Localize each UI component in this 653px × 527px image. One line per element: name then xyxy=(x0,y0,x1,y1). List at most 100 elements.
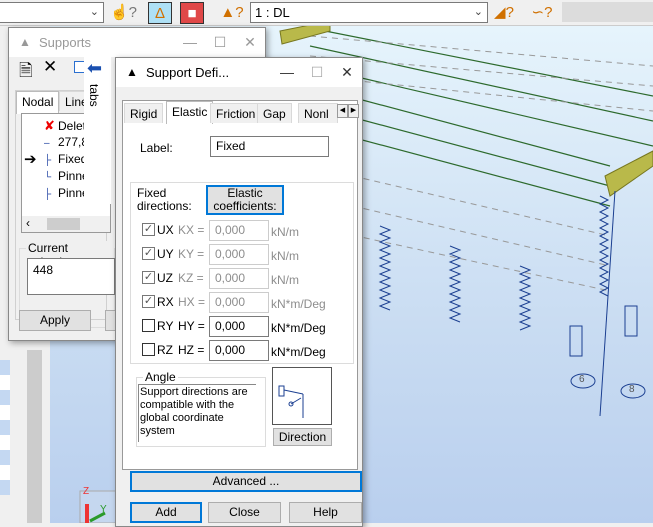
left-panel xyxy=(0,340,50,523)
advanced-button[interactable]: Advanced ... xyxy=(130,471,362,492)
fixed-support-icon: ├ xyxy=(44,155,52,166)
tabs-strip[interactable]: ⬅ tabs xyxy=(84,56,111,204)
unit-label: kN*m/Deg xyxy=(271,345,326,359)
window-title: Supports xyxy=(39,35,92,50)
tab-elastic[interactable]: Elastic xyxy=(166,101,214,124)
coefficient-input[interactable]: 0,000 xyxy=(209,316,269,337)
coefficient-input[interactable]: 0,000 xyxy=(209,268,269,289)
window-title: Support Defi... xyxy=(146,65,230,80)
direction-label: RX xyxy=(157,295,174,309)
direction-label: UX xyxy=(157,223,174,237)
apply-button[interactable]: Apply xyxy=(19,310,91,331)
z-axis-label: Z xyxy=(83,486,90,497)
tab-gap[interactable]: Gap xyxy=(257,103,292,123)
close-dialog-button[interactable]: Close xyxy=(208,502,281,523)
y-axis-label: Y xyxy=(100,504,107,515)
selection-combo[interactable]: ⌄ xyxy=(0,2,104,23)
main-toolbar: ⌄ ☝? Δ ■ ▲? 1 : DL ⌄ ◢? ∽? xyxy=(0,0,653,26)
direction-label: RZ xyxy=(157,343,173,357)
section-help-icon[interactable]: ∽? xyxy=(530,2,554,24)
direction-preview xyxy=(272,367,332,425)
close-button[interactable]: ✕ xyxy=(235,28,265,57)
maximize-button[interactable]: ☐ xyxy=(302,58,332,87)
tab-friction[interactable]: Friction xyxy=(210,103,262,123)
current-selection-field[interactable]: 448 xyxy=(27,258,115,295)
delete-icon: ✘ xyxy=(44,118,55,133)
support-icon: – xyxy=(44,138,50,149)
coefficient-input[interactable]: 0,000 xyxy=(209,244,269,265)
arrow-left-icon[interactable]: ⬅ xyxy=(87,58,102,79)
maximize-button[interactable]: ☐ xyxy=(205,28,235,57)
scroll-thumb xyxy=(47,218,80,230)
pinned-support-icon: └ xyxy=(44,172,52,183)
scroll-left-icon: ‹ xyxy=(26,216,30,230)
direction-label: UZ xyxy=(157,271,173,285)
label-input[interactable]: Fixed xyxy=(210,136,329,157)
tab-nodal[interactable]: Nodal xyxy=(16,91,60,114)
coefficient-label: HY = xyxy=(178,319,205,333)
unit-label: kN/m xyxy=(271,249,299,263)
tab-scroll-right[interactable]: ▶ xyxy=(348,104,359,118)
supports-title-bar[interactable]: ▲ Supports — ☐ ✕ xyxy=(9,28,265,57)
direction-label: UY xyxy=(157,247,174,261)
checkbox-uz[interactable]: ✓ xyxy=(142,271,155,284)
new-support-icon[interactable]: 🗎 xyxy=(19,58,33,87)
support-help-icon[interactable]: ▲? xyxy=(220,2,244,24)
angle-text: Support directions are compatible with t… xyxy=(138,384,256,442)
coefficient-input[interactable]: 0,000 xyxy=(209,340,269,361)
coefficient-label: HX = xyxy=(178,295,206,309)
unit-label: kN*m/Deg xyxy=(271,297,326,311)
node-label: 6 xyxy=(579,374,585,385)
checkbox-rx[interactable]: ✓ xyxy=(142,295,155,308)
support-app-icon: ▲ xyxy=(19,35,31,49)
tab-nonlinear[interactable]: Nonl xyxy=(298,103,338,123)
tab-rigid[interactable]: Rigid xyxy=(124,103,164,123)
chevron-down-icon: ⌄ xyxy=(473,6,483,18)
load-help-icon[interactable]: ◢? xyxy=(492,2,516,24)
tabs-label: tabs xyxy=(87,84,101,107)
current-arrow-icon: ➔ xyxy=(24,151,37,168)
toolbar-field xyxy=(562,2,653,22)
list-item[interactable]: ├ Fixed xyxy=(44,152,87,166)
label-caption: Label: xyxy=(140,141,173,155)
direction-button[interactable]: Direction xyxy=(273,428,332,446)
pinned-support-icon: ├ xyxy=(44,189,52,200)
save-view-icon[interactable]: ■ xyxy=(180,2,204,24)
node-label: 8 xyxy=(629,384,635,395)
coefficient-input[interactable]: 0,000 xyxy=(209,292,269,313)
scrollbar[interactable] xyxy=(27,350,42,523)
horizontal-scrollbar[interactable]: ‹ xyxy=(22,216,110,232)
chevron-down-icon: ⌄ xyxy=(89,6,99,18)
coefficient-label: KZ = xyxy=(178,271,204,285)
definition-tabs: Rigid Elastic Friction Gap Nonl ◀ ▶ xyxy=(124,101,359,124)
list-item[interactable]: ├ Pinne xyxy=(44,186,89,200)
elastic-coefficients-button[interactable]: Elastic coefficients: xyxy=(206,185,284,215)
coefficient-label: KX = xyxy=(178,223,205,237)
minimize-button[interactable]: — xyxy=(175,28,205,57)
frame-view-icon[interactable]: Δ xyxy=(148,2,172,24)
support-app-icon: ▲ xyxy=(126,65,138,79)
load-case-combo[interactable]: 1 : DL ⌄ xyxy=(250,2,488,23)
close-button[interactable]: ✕ xyxy=(332,58,362,87)
checkbox-rz[interactable] xyxy=(142,343,155,356)
checkbox-ry[interactable] xyxy=(142,319,155,332)
coefficient-input[interactable]: 0,000 xyxy=(209,220,269,241)
minimize-button[interactable]: — xyxy=(272,58,302,87)
unit-label: kN/m xyxy=(271,225,299,239)
help-cursor-icon[interactable]: ☝? xyxy=(110,2,137,24)
checkbox-uy[interactable]: ✓ xyxy=(142,247,155,260)
list-item[interactable]: └ Pinne xyxy=(44,169,89,183)
tab-scroll-left[interactable]: ◀ xyxy=(337,104,348,118)
delete-support-icon[interactable]: ✕ xyxy=(43,57,57,77)
fixed-directions-label: Fixed directions: xyxy=(137,186,192,213)
list-item[interactable]: –277,8 xyxy=(44,135,88,149)
direction-label: RY xyxy=(157,319,174,333)
unit-label: kN/m xyxy=(271,273,299,287)
unit-label: kN*m/Deg xyxy=(271,321,326,335)
add-button[interactable]: Add xyxy=(130,502,202,523)
help-button[interactable]: Help xyxy=(289,502,362,523)
definition-title-bar[interactable]: ▲ Support Defi... — ☐ ✕ xyxy=(116,58,362,87)
checkbox-ux[interactable]: ✓ xyxy=(142,223,155,236)
coefficient-label: KY = xyxy=(178,247,205,261)
support-direction-icon xyxy=(278,385,304,418)
